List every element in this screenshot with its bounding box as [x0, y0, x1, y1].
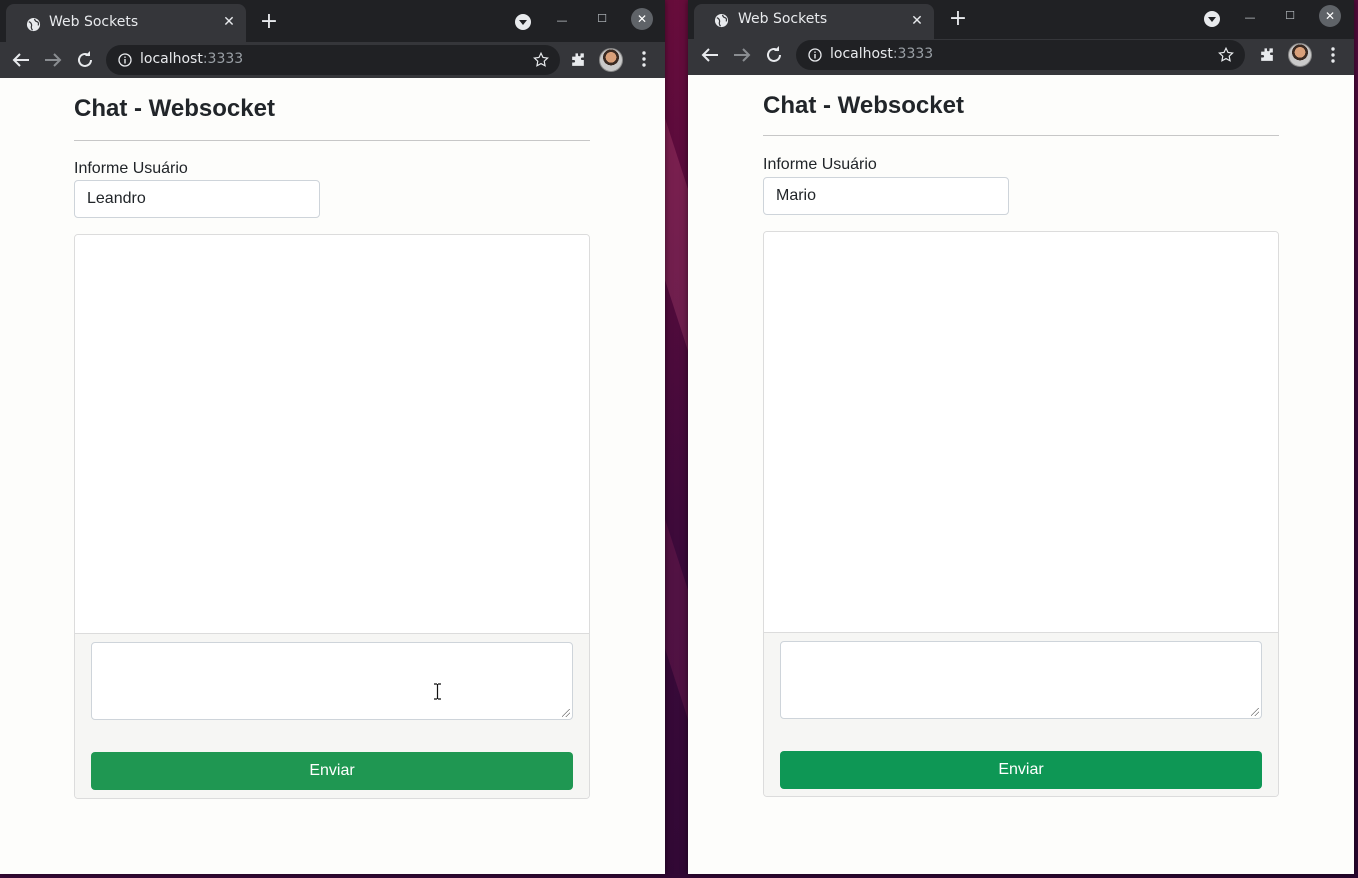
globe-icon	[26, 17, 41, 32]
chat-card-footer: Enviar	[764, 632, 1278, 796]
plus-icon[interactable]: +	[947, 8, 969, 30]
page-title: Chat - Websocket	[74, 95, 275, 122]
close-icon[interactable]: ✕	[908, 12, 926, 30]
tab-title: Web Sockets	[49, 14, 139, 30]
profile-avatar[interactable]	[599, 48, 623, 72]
browser-tab[interactable]: Web Sockets ✕	[694, 4, 934, 39]
browser-toolbar: localhost:3333	[688, 39, 1354, 77]
close-window-icon[interactable]: ✕	[1319, 5, 1341, 27]
back-arrow-icon[interactable]	[698, 43, 722, 67]
send-button[interactable]: Enviar	[780, 751, 1262, 789]
resize-handle[interactable]	[562, 709, 570, 717]
back-arrow-icon[interactable]	[9, 48, 33, 72]
maximize-icon[interactable]: ☐	[591, 8, 613, 30]
info-icon[interactable]	[808, 48, 822, 62]
kebab-menu-icon[interactable]	[1324, 46, 1342, 64]
message-textarea[interactable]	[780, 641, 1262, 719]
divider	[74, 140, 590, 141]
minimize-icon[interactable]: —	[551, 10, 573, 32]
page-content: Chat - Websocket Informe Usuário Mario E…	[688, 75, 1354, 874]
puzzle-icon[interactable]	[1257, 45, 1277, 65]
divider	[763, 135, 1279, 136]
browser-window-right: Web Sockets ✕ + — ☐ ✕ localhost:3333 Cha…	[688, 0, 1354, 874]
star-icon[interactable]	[1217, 46, 1235, 64]
chat-card-footer: Enviar	[75, 633, 589, 798]
tab-title: Web Sockets	[738, 11, 828, 27]
page-title: Chat - Websocket	[763, 92, 964, 119]
maximize-icon[interactable]: ☐	[1279, 5, 1301, 27]
user-label: Informe Usuário	[763, 156, 877, 173]
page-content: Chat - Websocket Informe Usuário Leandro…	[0, 78, 665, 874]
plus-icon[interactable]: +	[258, 11, 280, 33]
reload-icon[interactable]	[762, 43, 786, 67]
tab-bar: Web Sockets ✕ + — ☐ ✕	[688, 0, 1354, 39]
forward-arrow-icon[interactable]	[730, 43, 754, 67]
send-button[interactable]: Enviar	[91, 752, 573, 790]
tab-bar: Web Sockets ✕ + — ☐ ✕	[0, 0, 665, 42]
tab-search-icon[interactable]	[1204, 11, 1220, 27]
minimize-icon[interactable]: —	[1239, 7, 1261, 29]
forward-arrow-icon[interactable]	[41, 48, 65, 72]
resize-handle[interactable]	[1251, 708, 1259, 716]
url-text: localhost:3333	[830, 46, 934, 62]
tab-search-icon[interactable]	[515, 14, 531, 30]
messages-area	[75, 235, 589, 633]
close-window-icon[interactable]: ✕	[631, 8, 653, 30]
text-cursor-icon	[434, 683, 441, 700]
info-icon[interactable]	[118, 53, 132, 67]
messages-area	[764, 232, 1278, 632]
profile-avatar[interactable]	[1288, 43, 1312, 67]
browser-window-left: Web Sockets ✕ + — ☐ ✕ localhost:3333 Cha…	[0, 0, 665, 874]
star-icon[interactable]	[532, 51, 550, 69]
username-input[interactable]: Leandro	[74, 180, 320, 218]
kebab-menu-icon[interactable]	[635, 50, 653, 68]
browser-toolbar: localhost:3333	[0, 42, 665, 78]
reload-icon[interactable]	[73, 48, 97, 72]
browser-tab[interactable]: Web Sockets ✕	[6, 4, 246, 42]
puzzle-icon[interactable]	[568, 50, 588, 70]
address-bar[interactable]: localhost:3333	[106, 45, 560, 75]
chat-card: Enviar	[763, 231, 1279, 797]
username-input[interactable]: Mario	[763, 177, 1009, 215]
user-label: Informe Usuário	[74, 160, 188, 177]
chat-card: Enviar	[74, 234, 590, 799]
url-text: localhost:3333	[140, 51, 244, 67]
globe-icon	[714, 13, 729, 28]
address-bar[interactable]: localhost:3333	[796, 40, 1245, 70]
message-textarea[interactable]	[91, 642, 573, 720]
close-icon[interactable]: ✕	[220, 13, 238, 31]
